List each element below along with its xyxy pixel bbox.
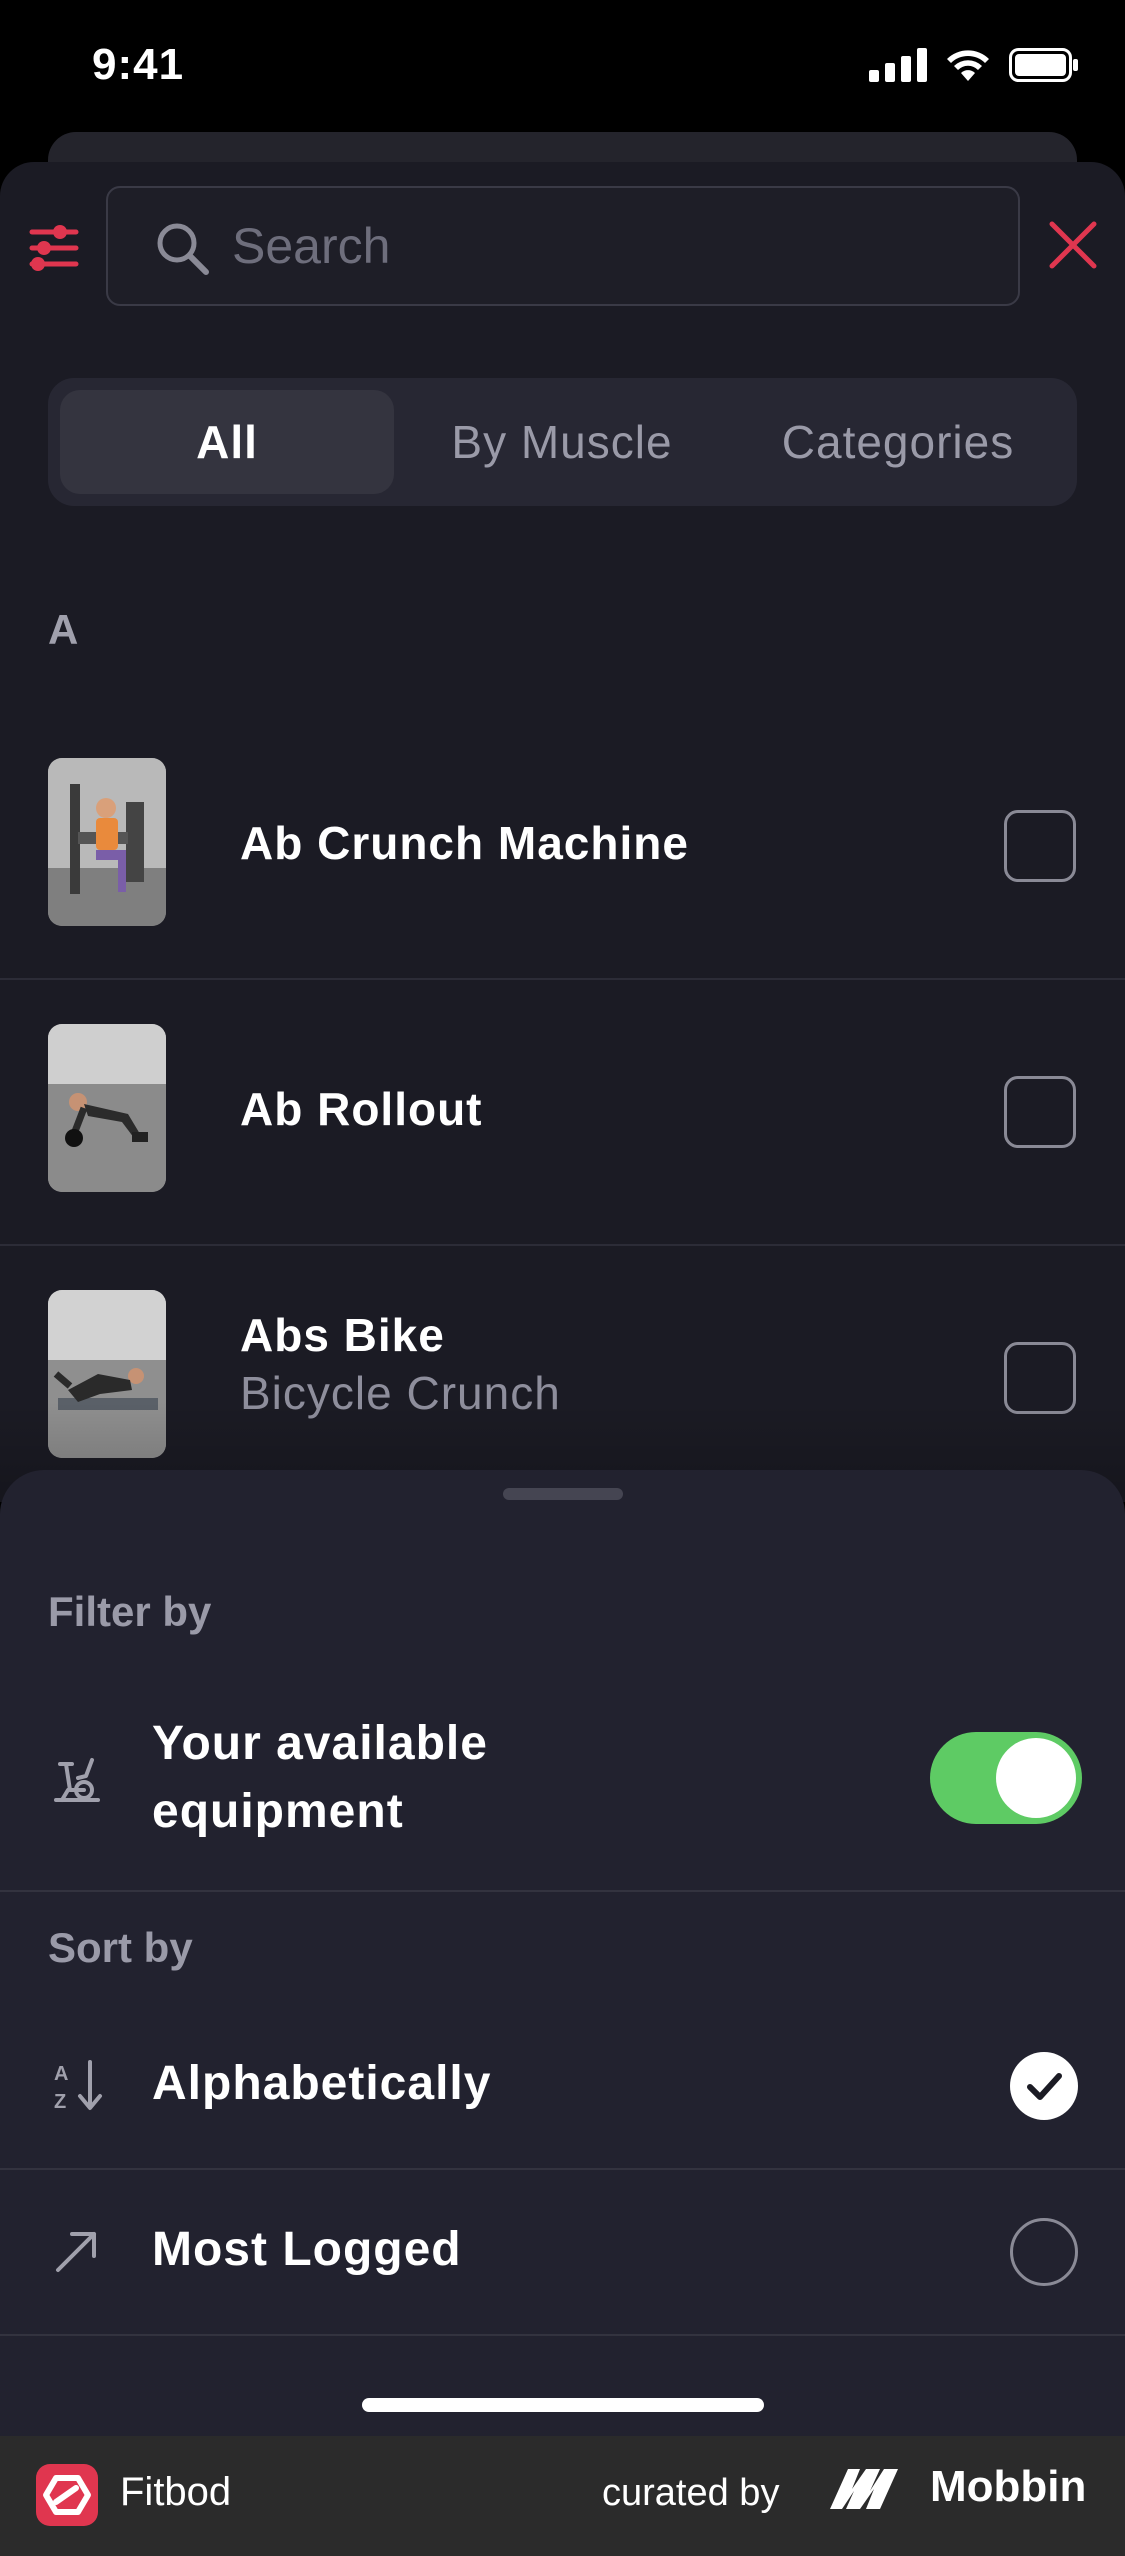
rollout-exercise-photo [48,1024,166,1192]
exercise-bike-icon [54,1758,100,1802]
tab-categories[interactable]: Categories [730,390,1066,494]
trending-arrow-icon [56,2232,96,2272]
wifi-icon [947,50,989,81]
footer-bar: Fitbod curated by Mobbin [0,2436,1125,2556]
exercise-checkbox[interactable] [1004,810,1076,882]
status-bar: 9:41 [0,0,1125,140]
filter-sliders-icon[interactable] [26,220,82,276]
svg-text:A: A [54,2063,68,2085]
home-indicator [362,2398,764,2412]
exercise-title: Ab Rollout [240,1083,483,1135]
exercise-picker-sheet: All By Muscle Categories A Ab Crunch Mac… [0,162,1125,1502]
footer-app-name: Fitbod [120,2470,232,2514]
sort-by-label: Sort by [48,1924,193,1971]
toggle-knob [996,1738,1076,1818]
sheet-grabber[interactable] [503,1488,623,1500]
segmented-control: All By Muscle Categories [48,378,1077,506]
tab-all[interactable]: All [60,390,394,494]
status-time: 9:41 [92,40,185,89]
exercise-row-ab-rollout[interactable]: Ab Rollout [0,980,1125,1246]
section-header: A [48,606,79,653]
divider [0,2168,1125,2170]
search-field[interactable] [106,186,1020,306]
footer-curated-by: curated by [602,2472,780,2514]
sort-az-icon: A Z [54,2060,102,2113]
fitbod-logo-icon [36,2464,98,2526]
exercise-title: Ab Crunch Machine [240,817,689,869]
sort-unselected-indicator[interactable] [1010,2218,1078,2286]
cellular-signal-icon [869,48,927,82]
mobbin-logo-icon [830,2469,898,2509]
battery-icon [1009,48,1078,82]
equipment-label-line2: equipment [152,1785,404,1838]
exercise-row-ab-crunch-machine[interactable]: Ab Crunch Machine [0,714,1125,980]
close-icon[interactable] [1046,218,1100,272]
machine-exercise-photo [48,758,166,926]
exercise-title: Abs Bike [240,1309,445,1361]
equipment-label-line1: Your available [152,1717,488,1770]
search-input[interactable] [232,188,992,304]
svg-text:Z: Z [54,2091,66,2113]
search-icon [157,223,209,275]
exercise-checkbox[interactable] [1004,1076,1076,1148]
status-icons [869,48,1079,82]
filter-by-label: Filter by [48,1588,212,1635]
equipment-filter-label: Your available equipment [152,1710,488,1846]
divider [0,2334,1125,2336]
sort-option-label: Most Logged [152,2223,462,2276]
checkmark-icon [1027,2073,1062,2100]
mobbin-brand-name: Mobbin [930,2462,1087,2511]
sort-selected-indicator[interactable] [1010,2052,1078,2120]
equipment-toggle[interactable] [930,1732,1082,1824]
filter-sort-sheet: Filter by Your available equipment Sort … [0,1470,1125,2436]
tab-by-muscle[interactable]: By Muscle [394,390,730,494]
mobbin-brand: Mobbin [830,2462,1086,2512]
sort-option-label: Alphabetically [152,2057,492,2110]
divider [0,1890,1125,1892]
